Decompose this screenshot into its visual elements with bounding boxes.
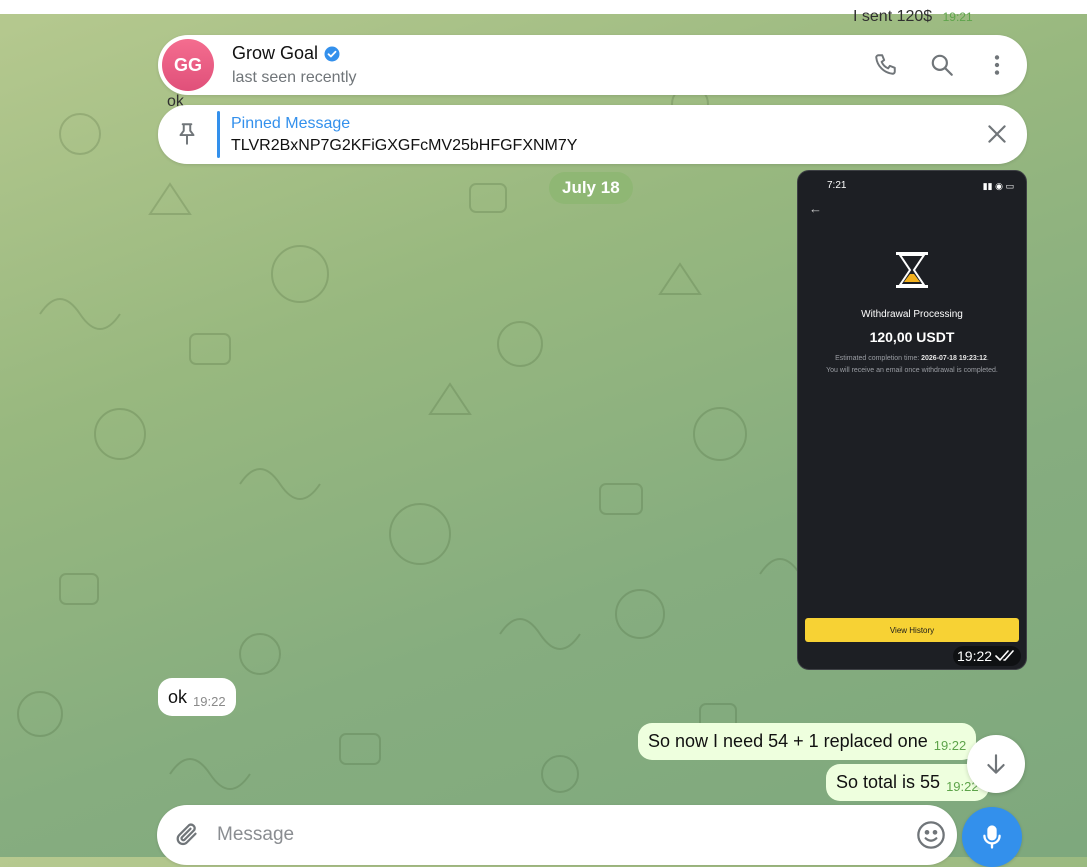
pinned-message-bar[interactable]: Pinned Message TLVR2BxNP7G2KFiGXGFcMV25b… <box>158 105 1027 164</box>
phone-icon[interactable] <box>871 50 901 80</box>
emoji-icon[interactable] <box>915 819 947 851</box>
withdrawal-note: Estimated completion time: 2026-07-18 19… <box>826 355 998 374</box>
message-time: 19:22 <box>933 738 967 753</box>
previous-message-outgoing: I sent 120$ 19:21 <box>853 8 973 26</box>
back-arrow-icon: ← <box>809 201 822 216</box>
message-bubble-outgoing[interactable]: So now I need 54 + 1 replaced one 19:22 <box>638 723 977 760</box>
note-time: 2026-07-18 19:23:12 <box>921 355 987 362</box>
image-message-time: 19:22 <box>953 646 1022 666</box>
message-time: 19:22 <box>193 693 226 709</box>
note-line2: You will receive an email once withdrawa… <box>826 367 998 374</box>
phone-status-time: 7:21 <box>827 180 847 191</box>
chat-header[interactable]: GG Grow Goal last seen recently <box>158 35 1027 95</box>
pinned-text: TLVR2BxNP7G2KFiGXGFcMV25bHFGFXNM7Y <box>231 137 578 154</box>
arrow-down-icon <box>987 754 1005 774</box>
double-check-icon <box>995 650 1014 662</box>
message-bubble-outgoing[interactable]: So total is 55 19:22 <box>826 764 989 801</box>
message-bubble-incoming[interactable]: ok 19:22 <box>158 678 236 716</box>
hourglass-icon <box>896 252 928 288</box>
microphone-icon <box>983 825 1001 849</box>
more-vertical-icon[interactable] <box>982 50 1012 80</box>
avatar[interactable]: GG <box>162 39 214 91</box>
chat-title[interactable]: Grow Goal <box>232 43 340 64</box>
message-text: So total is 55 <box>836 772 941 792</box>
verified-icon <box>324 46 340 61</box>
message-text: So now I need 54 + 1 replaced one <box>648 731 928 751</box>
chat-status: last seen recently <box>232 69 357 86</box>
previous-message-text: I sent 120$ <box>853 8 933 25</box>
pin-icon[interactable] <box>174 121 200 147</box>
image-time-text: 19:22 <box>957 648 993 664</box>
date-separator: July 18 <box>549 172 633 204</box>
microphone-button[interactable] <box>962 807 1022 867</box>
paperclip-icon[interactable] <box>173 820 203 850</box>
withdrawal-title: Withdrawal Processing <box>861 309 963 320</box>
close-icon[interactable] <box>984 121 1010 147</box>
withdrawal-amount: 120,00 USDT <box>869 329 955 345</box>
search-icon[interactable] <box>927 50 957 80</box>
message-input[interactable] <box>215 819 899 851</box>
view-history-button: View History <box>805 618 1019 642</box>
note-prefix: Estimated completion time: <box>835 355 922 362</box>
image-message[interactable]: 7:21 ▮▮ ◉ ▭ ← Withdrawal Processing 120,… <box>797 170 1027 670</box>
pinned-title: Pinned Message <box>231 115 351 132</box>
previous-message-time: 19:21 <box>942 10 973 24</box>
chat-name: Grow Goal <box>232 43 319 63</box>
message-text: ok <box>168 686 188 707</box>
message-composer <box>157 805 957 865</box>
pinned-accent-bar <box>217 111 220 158</box>
scroll-down-button[interactable] <box>967 735 1025 793</box>
phone-status-icons: ▮▮ ◉ ▭ <box>982 181 1014 191</box>
